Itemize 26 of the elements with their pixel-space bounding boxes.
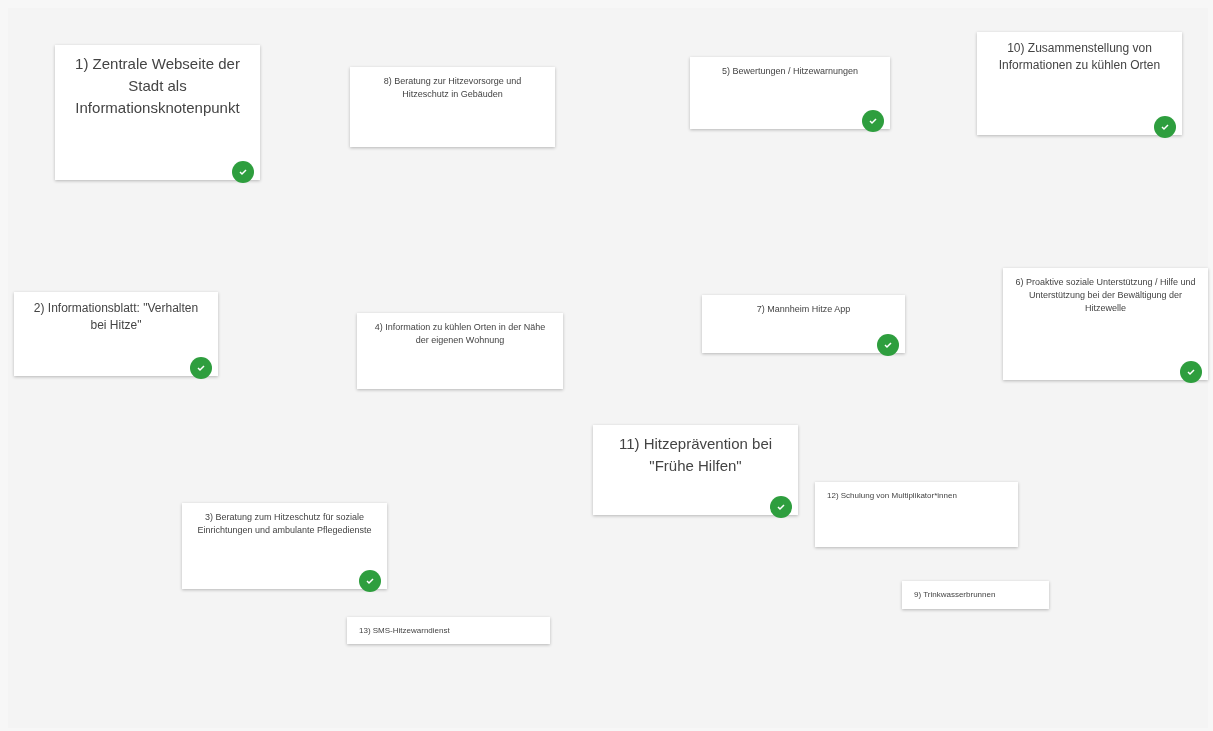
sticky-note[interactable]: 3) Beratung zum Hitzeschutz für soziale Einrichtungen und ambulante Pflegedienste bbox=[182, 503, 387, 589]
note-text: 6) Proaktive soziale Unterstützung / Hilfe und Unterstützung bei der Bewältigung der Hitzewelle bbox=[1015, 276, 1196, 315]
note-text: 9) Trinkwasserbrunnen bbox=[914, 589, 997, 600]
sticky-note[interactable]: 6) Proaktive soziale Unterstützung / Hilfe und Unterstützung bei der Bewältigung der Hitzewelle bbox=[1003, 268, 1208, 380]
note-text: 5) Bewertungen / Hitzewarnungen bbox=[720, 65, 860, 78]
sticky-note[interactable]: 4) Information zu kühlen Orten in der Nähe der eigenen Wohnung bbox=[357, 313, 563, 389]
note-text: 3) Beratung zum Hitzeschutz für soziale Einrichtungen und ambulante Pflegedienste bbox=[196, 511, 373, 537]
sticky-note[interactable]: 12) Schulung von Multiplikator*innen bbox=[815, 482, 1018, 547]
sticky-note[interactable]: 1) Zentrale Webseite der Stadt als Informationsknotenpunkt bbox=[55, 45, 260, 180]
note-text: 13) SMS-Hitzewarndienst bbox=[359, 625, 451, 636]
sticky-note[interactable]: 8) Beratung zur Hitzevorsorge und Hitzeschutz in Gebäuden bbox=[350, 67, 555, 147]
note-text: 11) Hitzeprävention bei "Frühe Hilfen" bbox=[617, 434, 774, 476]
note-text: 10) Zusammenstellung von Informationen zu kühlen Orten bbox=[997, 40, 1162, 74]
sticky-note[interactable]: 7) Mannheim Hitze App bbox=[702, 295, 905, 353]
sticky-note[interactable]: 2) Informationsblatt: "Verhalten bei Hitze" bbox=[14, 292, 218, 376]
note-text: 8) Beratung zur Hitzevorsorge und Hitzeschutz in Gebäuden bbox=[382, 75, 523, 101]
note-text: 1) Zentrale Webseite der Stadt als Informationsknotenpunkt bbox=[74, 54, 241, 118]
sticky-note[interactable]: 9) Trinkwasserbrunnen bbox=[902, 581, 1049, 609]
note-text: 12) Schulung von Multiplikator*innen bbox=[827, 490, 958, 501]
sticky-note[interactable]: 5) Bewertungen / Hitzewarnungen bbox=[690, 57, 890, 129]
sticky-note[interactable]: 10) Zusammenstellung von Informationen zu kühlen Orten bbox=[977, 32, 1182, 135]
sticky-note[interactable]: 11) Hitzeprävention bei "Frühe Hilfen" bbox=[593, 425, 798, 515]
note-text: 4) Information zu kühlen Orten in der Nähe der eigenen Wohnung bbox=[373, 321, 547, 347]
sticky-note[interactable]: 13) SMS-Hitzewarndienst bbox=[347, 617, 550, 644]
note-text: 2) Informationsblatt: "Verhalten bei Hitze" bbox=[32, 300, 200, 334]
note-text: 7) Mannheim Hitze App bbox=[755, 303, 852, 316]
